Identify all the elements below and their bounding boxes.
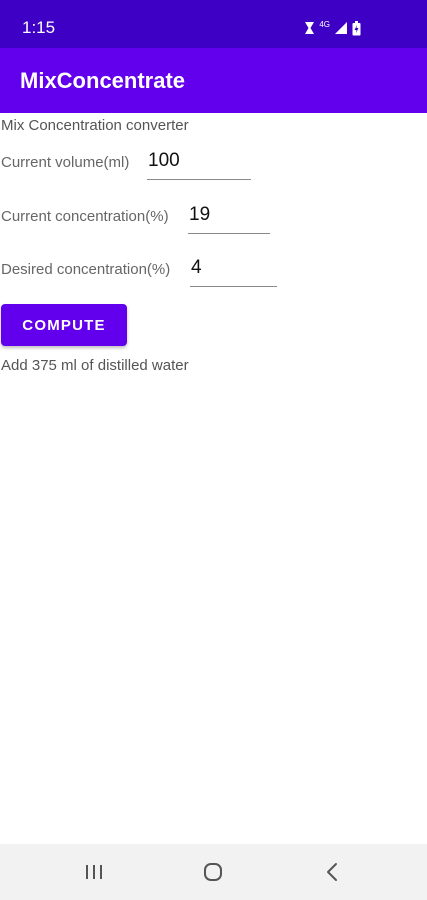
current-volume-row: Current volume(ml)	[1, 146, 261, 180]
current-concentration-label: Current concentration(%)	[1, 208, 169, 225]
status-bar: 1:15 4G	[0, 0, 427, 48]
back-icon[interactable]	[319, 860, 347, 884]
network-icon: 4G	[319, 20, 330, 29]
current-concentration-row: Current concentration(%)	[1, 200, 281, 234]
signal-icon	[334, 21, 348, 35]
desired-concentration-row: Desired concentration(%)	[1, 253, 291, 287]
app-title: MixConcentrate	[20, 68, 186, 93]
battery-icon	[352, 20, 361, 36]
converter-subtitle: Mix Concentration converter	[1, 117, 189, 134]
compute-button[interactable]: COMPUTE	[1, 304, 127, 346]
desired-concentration-label: Desired concentration(%)	[1, 261, 171, 278]
recents-icon[interactable]	[80, 860, 108, 884]
home-icon[interactable]	[199, 860, 227, 884]
current-concentration-input[interactable]	[188, 202, 270, 234]
status-icons: 4G	[304, 20, 361, 36]
desired-concentration-input[interactable]	[190, 255, 277, 287]
navigation-bar	[0, 844, 427, 900]
status-time: 1:15	[22, 18, 56, 37]
current-volume-label: Current volume(ml)	[1, 154, 130, 171]
result-text: Add 375 ml of distilled water	[1, 357, 189, 374]
alarm-icon	[304, 21, 315, 35]
app-screen: 1:15 4G MixConcentrate Mix Concentration…	[0, 0, 427, 900]
app-bar: MixConcentrate	[0, 48, 427, 113]
current-volume-input[interactable]	[147, 148, 251, 180]
